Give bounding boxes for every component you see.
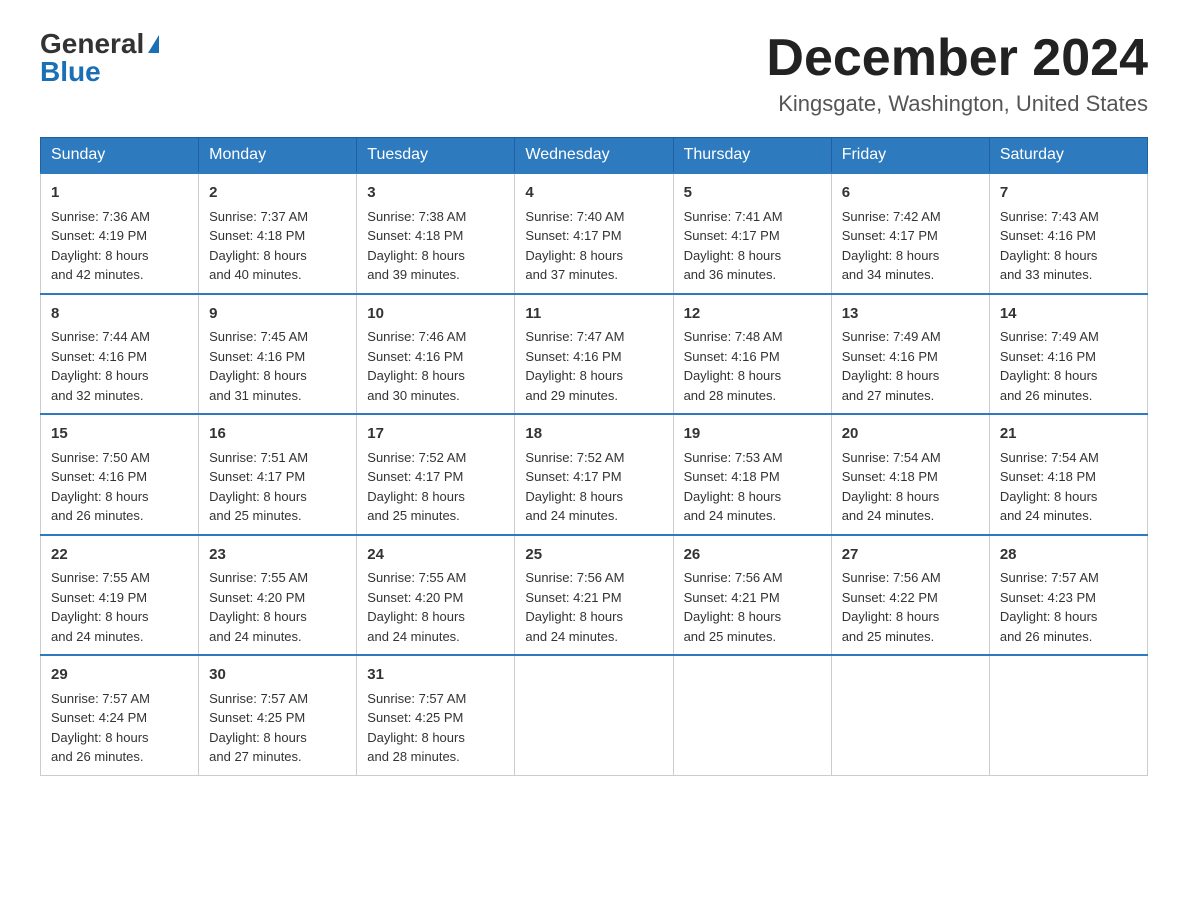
day-number: 31 [367, 664, 504, 687]
logo: General Blue [40, 30, 159, 86]
day-number: 12 [684, 303, 821, 326]
day-number: 20 [842, 423, 979, 446]
calendar-day-cell: 26Sunrise: 7:56 AMSunset: 4:21 PMDayligh… [673, 535, 831, 656]
calendar-week-row: 15Sunrise: 7:50 AMSunset: 4:16 PMDayligh… [41, 414, 1148, 535]
calendar-week-row: 8Sunrise: 7:44 AMSunset: 4:16 PMDaylight… [41, 294, 1148, 415]
weekday-header-friday: Friday [831, 138, 989, 174]
calendar-day-cell: 10Sunrise: 7:46 AMSunset: 4:16 PMDayligh… [357, 294, 515, 415]
calendar-day-cell: 23Sunrise: 7:55 AMSunset: 4:20 PMDayligh… [199, 535, 357, 656]
day-number: 5 [684, 182, 821, 205]
day-number: 14 [1000, 303, 1137, 326]
day-number: 19 [684, 423, 821, 446]
calendar-day-cell: 9Sunrise: 7:45 AMSunset: 4:16 PMDaylight… [199, 294, 357, 415]
month-year-title: December 2024 [766, 30, 1148, 87]
day-number: 22 [51, 544, 188, 567]
calendar-day-cell: 21Sunrise: 7:54 AMSunset: 4:18 PMDayligh… [989, 414, 1147, 535]
day-number: 27 [842, 544, 979, 567]
calendar-table: SundayMondayTuesdayWednesdayThursdayFrid… [40, 137, 1148, 776]
page-header: General Blue December 2024 Kingsgate, Wa… [40, 30, 1148, 117]
calendar-week-row: 29Sunrise: 7:57 AMSunset: 4:24 PMDayligh… [41, 655, 1148, 775]
calendar-week-row: 22Sunrise: 7:55 AMSunset: 4:19 PMDayligh… [41, 535, 1148, 656]
weekday-header-saturday: Saturday [989, 138, 1147, 174]
logo-part2: Blue [40, 58, 101, 86]
calendar-day-cell: 20Sunrise: 7:54 AMSunset: 4:18 PMDayligh… [831, 414, 989, 535]
calendar-day-cell: 27Sunrise: 7:56 AMSunset: 4:22 PMDayligh… [831, 535, 989, 656]
day-number: 29 [51, 664, 188, 687]
calendar-day-cell: 16Sunrise: 7:51 AMSunset: 4:17 PMDayligh… [199, 414, 357, 535]
calendar-day-cell: 24Sunrise: 7:55 AMSunset: 4:20 PMDayligh… [357, 535, 515, 656]
day-number: 16 [209, 423, 346, 446]
day-number: 25 [525, 544, 662, 567]
calendar-day-cell: 17Sunrise: 7:52 AMSunset: 4:17 PMDayligh… [357, 414, 515, 535]
calendar-day-cell [989, 655, 1147, 775]
calendar-day-cell: 15Sunrise: 7:50 AMSunset: 4:16 PMDayligh… [41, 414, 199, 535]
calendar-header-row: SundayMondayTuesdayWednesdayThursdayFrid… [41, 138, 1148, 174]
calendar-day-cell: 12Sunrise: 7:48 AMSunset: 4:16 PMDayligh… [673, 294, 831, 415]
calendar-day-cell: 29Sunrise: 7:57 AMSunset: 4:24 PMDayligh… [41, 655, 199, 775]
day-number: 10 [367, 303, 504, 326]
day-number: 11 [525, 303, 662, 326]
calendar-day-cell [673, 655, 831, 775]
day-number: 15 [51, 423, 188, 446]
calendar-day-cell: 6Sunrise: 7:42 AMSunset: 4:17 PMDaylight… [831, 173, 989, 294]
calendar-day-cell: 1Sunrise: 7:36 AMSunset: 4:19 PMDaylight… [41, 173, 199, 294]
day-number: 13 [842, 303, 979, 326]
day-number: 9 [209, 303, 346, 326]
day-number: 23 [209, 544, 346, 567]
location-subtitle: Kingsgate, Washington, United States [766, 91, 1148, 117]
calendar-day-cell: 8Sunrise: 7:44 AMSunset: 4:16 PMDaylight… [41, 294, 199, 415]
day-number: 3 [367, 182, 504, 205]
weekday-header-sunday: Sunday [41, 138, 199, 174]
title-block: December 2024 Kingsgate, Washington, Uni… [766, 30, 1148, 117]
calendar-day-cell: 14Sunrise: 7:49 AMSunset: 4:16 PMDayligh… [989, 294, 1147, 415]
day-number: 2 [209, 182, 346, 205]
day-number: 7 [1000, 182, 1137, 205]
calendar-day-cell: 19Sunrise: 7:53 AMSunset: 4:18 PMDayligh… [673, 414, 831, 535]
logo-part1: General [40, 30, 144, 58]
calendar-day-cell: 22Sunrise: 7:55 AMSunset: 4:19 PMDayligh… [41, 535, 199, 656]
weekday-header-tuesday: Tuesday [357, 138, 515, 174]
weekday-header-thursday: Thursday [673, 138, 831, 174]
calendar-day-cell: 2Sunrise: 7:37 AMSunset: 4:18 PMDaylight… [199, 173, 357, 294]
calendar-day-cell: 30Sunrise: 7:57 AMSunset: 4:25 PMDayligh… [199, 655, 357, 775]
calendar-day-cell [831, 655, 989, 775]
calendar-day-cell: 13Sunrise: 7:49 AMSunset: 4:16 PMDayligh… [831, 294, 989, 415]
calendar-day-cell: 25Sunrise: 7:56 AMSunset: 4:21 PMDayligh… [515, 535, 673, 656]
calendar-day-cell: 31Sunrise: 7:57 AMSunset: 4:25 PMDayligh… [357, 655, 515, 775]
calendar-day-cell: 3Sunrise: 7:38 AMSunset: 4:18 PMDaylight… [357, 173, 515, 294]
day-number: 24 [367, 544, 504, 567]
day-number: 28 [1000, 544, 1137, 567]
day-number: 30 [209, 664, 346, 687]
calendar-day-cell [515, 655, 673, 775]
calendar-day-cell: 28Sunrise: 7:57 AMSunset: 4:23 PMDayligh… [989, 535, 1147, 656]
day-number: 18 [525, 423, 662, 446]
weekday-header-monday: Monday [199, 138, 357, 174]
calendar-day-cell: 5Sunrise: 7:41 AMSunset: 4:17 PMDaylight… [673, 173, 831, 294]
day-number: 26 [684, 544, 821, 567]
day-number: 6 [842, 182, 979, 205]
calendar-day-cell: 7Sunrise: 7:43 AMSunset: 4:16 PMDaylight… [989, 173, 1147, 294]
day-number: 21 [1000, 423, 1137, 446]
calendar-week-row: 1Sunrise: 7:36 AMSunset: 4:19 PMDaylight… [41, 173, 1148, 294]
day-number: 17 [367, 423, 504, 446]
calendar-day-cell: 18Sunrise: 7:52 AMSunset: 4:17 PMDayligh… [515, 414, 673, 535]
day-number: 1 [51, 182, 188, 205]
calendar-day-cell: 4Sunrise: 7:40 AMSunset: 4:17 PMDaylight… [515, 173, 673, 294]
day-number: 4 [525, 182, 662, 205]
weekday-header-wednesday: Wednesday [515, 138, 673, 174]
day-number: 8 [51, 303, 188, 326]
calendar-day-cell: 11Sunrise: 7:47 AMSunset: 4:16 PMDayligh… [515, 294, 673, 415]
